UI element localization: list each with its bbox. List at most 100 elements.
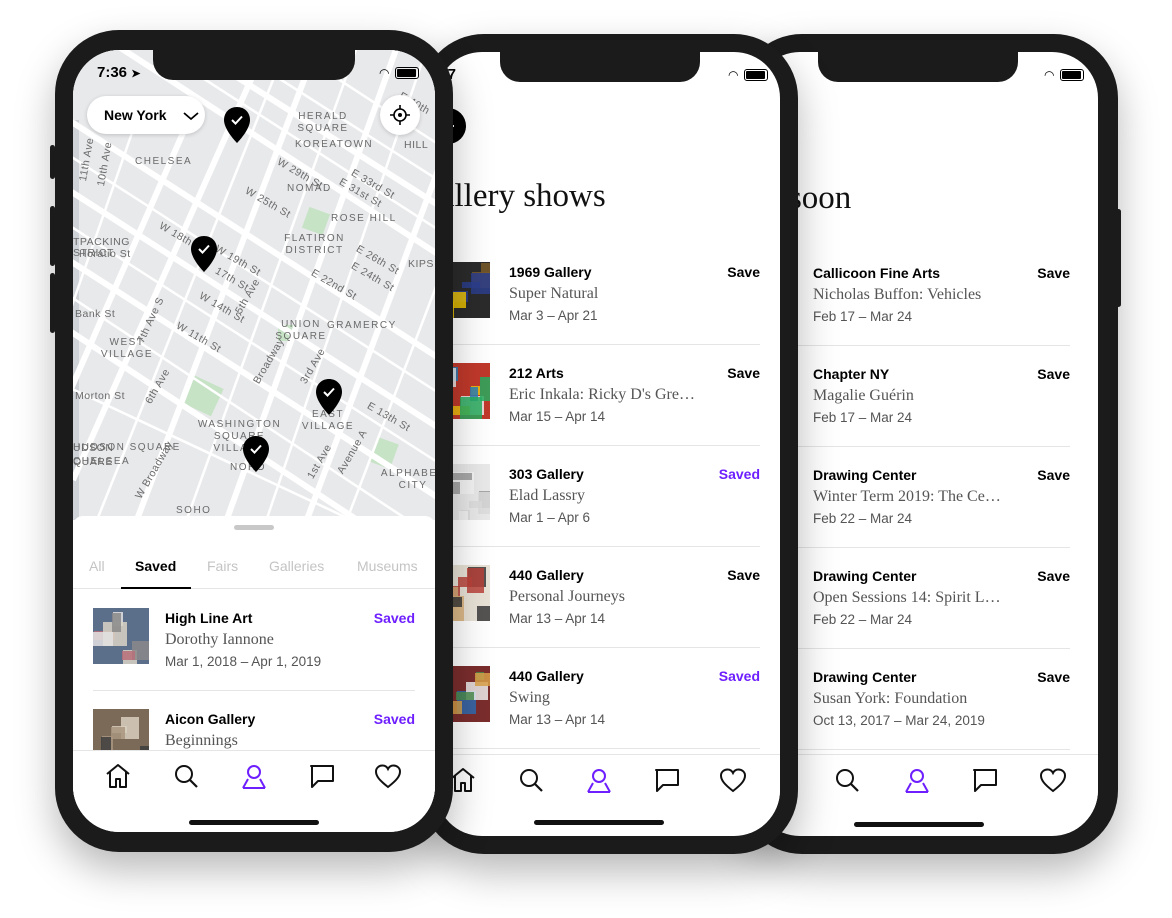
artwork-thumbnail (93, 608, 149, 674)
search-icon[interactable] (516, 765, 546, 795)
chat-icon[interactable] (970, 765, 1000, 795)
crosshair-icon (390, 105, 410, 125)
save-button[interactable]: Save (1037, 265, 1070, 281)
map-street-label: QUARE (73, 456, 113, 468)
screen-closing-soon: :37 ◠ Closing soon Callicoon Fine ArtsNi… (754, 52, 1098, 836)
saved-button[interactable]: Saved (374, 610, 415, 626)
tab-fairs[interactable]: Fairs (207, 558, 238, 574)
status-icons: ◠ (728, 68, 769, 82)
tab-all[interactable]: All (89, 558, 105, 574)
tab-galleries[interactable]: Galleries (269, 558, 324, 574)
heart-icon[interactable] (373, 761, 403, 791)
map-street-label: KIPS (408, 258, 434, 270)
save-button[interactable]: Save (1037, 467, 1070, 483)
list-item[interactable]: Drawing Center Susan York: Foundation Oct … (754, 649, 1070, 750)
map-neighborhood-label: WASHINGTON SQUARE VILLAGE (197, 419, 282, 454)
gallery-name: 440 Gallery (509, 668, 584, 684)
notch (153, 50, 355, 80)
list-item[interactable]: 440 Gallery Personal Journeys Mar 13 – Apr… (436, 547, 760, 648)
show-dates: Mar 1, 2018 – Apr 1, 2019 (165, 654, 322, 669)
save-button[interactable]: Save (727, 365, 760, 381)
profile-icon[interactable] (902, 765, 932, 795)
chat-icon[interactable] (652, 765, 682, 795)
gallery-name: Aicon Gallery (165, 711, 256, 727)
gallery-name: Callicoon Fine Arts (813, 265, 941, 281)
show-list: Callicoon Fine Arts Nicholas Buffon: Vehi… (754, 245, 1070, 765)
show-title: Magalie Guérin (813, 387, 914, 404)
home-icon[interactable] (103, 761, 133, 791)
wifi-icon: ◠ (1044, 68, 1055, 82)
show-dates: Mar 15 – Apr 14 (509, 409, 606, 424)
gallery-name: Drawing Center (813, 568, 917, 584)
search-icon[interactable] (171, 761, 201, 791)
screen-map: HERALD SQUARE KOREATOWN CHELSEA NOMAD ROSE H… (73, 50, 435, 832)
city-selector[interactable]: New York (87, 96, 205, 134)
gallery-name: Drawing Center (813, 467, 917, 483)
map-pin[interactable] (190, 235, 218, 278)
side-button-volup (50, 206, 55, 266)
phone-map: HERALD SQUARE KOREATOWN CHELSEA NOMAD ROSE H… (50, 30, 453, 852)
tab-museums[interactable]: Museums (357, 558, 418, 574)
map-street-label: HILL (404, 139, 429, 151)
show-dates: Mar 3 – Apr 21 (509, 308, 598, 323)
gallery-name: 1969 Gallery (509, 264, 592, 280)
map-neighborhood-label: CHELSEA (135, 156, 193, 167)
save-button[interactable]: Save (1037, 568, 1070, 584)
list-item[interactable]: 212 Arts Eric Inkala: Ricky D's Great… Mar… (436, 345, 760, 446)
show-title: Nicholas Buffon: Vehicles (813, 286, 982, 303)
list-item[interactable]: Callicoon Fine Arts Nicholas Buffon: Vehi… (754, 245, 1070, 346)
location-arrow-icon: ➤ (131, 68, 141, 80)
list-item[interactable]: Drawing Center Winter Term 2019: The Cent… (754, 447, 1070, 548)
list-item[interactable]: Chapter NY Magalie Guérin Feb 17 – Mar 24 S… (754, 346, 1070, 447)
map-neighborhood-label: WEST VILLAGE (100, 337, 154, 360)
map-pin-check-icon (224, 107, 250, 143)
map-pin[interactable] (223, 106, 251, 149)
map-pin[interactable] (315, 378, 343, 421)
battery-icon (395, 67, 420, 79)
status-icons: ◠ (379, 66, 420, 80)
map-street-label: Morton St (75, 390, 126, 402)
gallery-name: 212 Arts (509, 365, 564, 381)
list-item[interactable]: 440 Gallery Swing Mar 13 – Apr 14 Saved (436, 648, 760, 749)
gallery-name: Chapter NY (813, 366, 890, 382)
tab-saved[interactable]: Saved (135, 558, 176, 574)
heart-icon[interactable] (718, 765, 748, 795)
list-item[interactable]: High Line Art Dorothy Iannone Mar 1, 2018 … (93, 590, 415, 691)
map-pin-check-icon (191, 236, 217, 272)
gallery-name: 303 Gallery (509, 466, 584, 482)
saved-button[interactable]: Saved (719, 466, 760, 482)
map-neighborhood-label: FLATIRON DISTRICT (284, 233, 345, 256)
status-time: 7:36 ➤ (97, 64, 141, 81)
phone-gallery-shows: 7:37 ◠ Gallery shows 1969 GallerySuper N… (420, 34, 798, 854)
profile-icon[interactable] (239, 761, 269, 791)
list-item[interactable]: Drawing Center Open Sessions 14: Spirit L… (754, 548, 1070, 649)
locate-me-button[interactable] (380, 95, 420, 135)
show-title: Swing (509, 689, 550, 706)
search-icon[interactable] (832, 765, 862, 795)
map-neighborhood-label: SOHO (176, 505, 212, 516)
saved-button[interactable]: Saved (374, 711, 415, 727)
list-item[interactable]: 1969 Gallery Super Natural Mar 3 – Apr 21 S… (436, 244, 760, 345)
home-indicator (189, 820, 319, 825)
map-street-label: UDSON (73, 442, 114, 454)
heart-icon[interactable] (1038, 765, 1068, 795)
show-dates: Feb 22 – Mar 24 (813, 511, 913, 526)
saved-button[interactable]: Saved (719, 668, 760, 684)
wifi-icon: ◠ (379, 66, 390, 80)
gallery-name: High Line Art (165, 610, 253, 626)
status-icons: ◠ (1044, 68, 1085, 82)
show-title: Winter Term 2019: The Cent… (813, 488, 1005, 505)
save-button[interactable]: Save (1037, 366, 1070, 382)
row-divider (775, 749, 1070, 750)
map-pin[interactable] (242, 435, 270, 478)
chat-icon[interactable] (307, 761, 337, 791)
wifi-icon: ◠ (728, 68, 739, 82)
save-button[interactable]: Save (1037, 669, 1070, 685)
save-button[interactable]: Save (727, 264, 760, 280)
city-selector-label: New York (104, 107, 167, 123)
save-button[interactable]: Save (727, 567, 760, 583)
list-item[interactable]: 303 Gallery Elad Lassry Mar 1 – Apr 6 Saved (436, 446, 760, 547)
profile-icon[interactable] (584, 765, 614, 795)
show-dates: Feb 17 – Mar 24 (813, 410, 913, 425)
map-street-label: STRICT (73, 247, 114, 259)
